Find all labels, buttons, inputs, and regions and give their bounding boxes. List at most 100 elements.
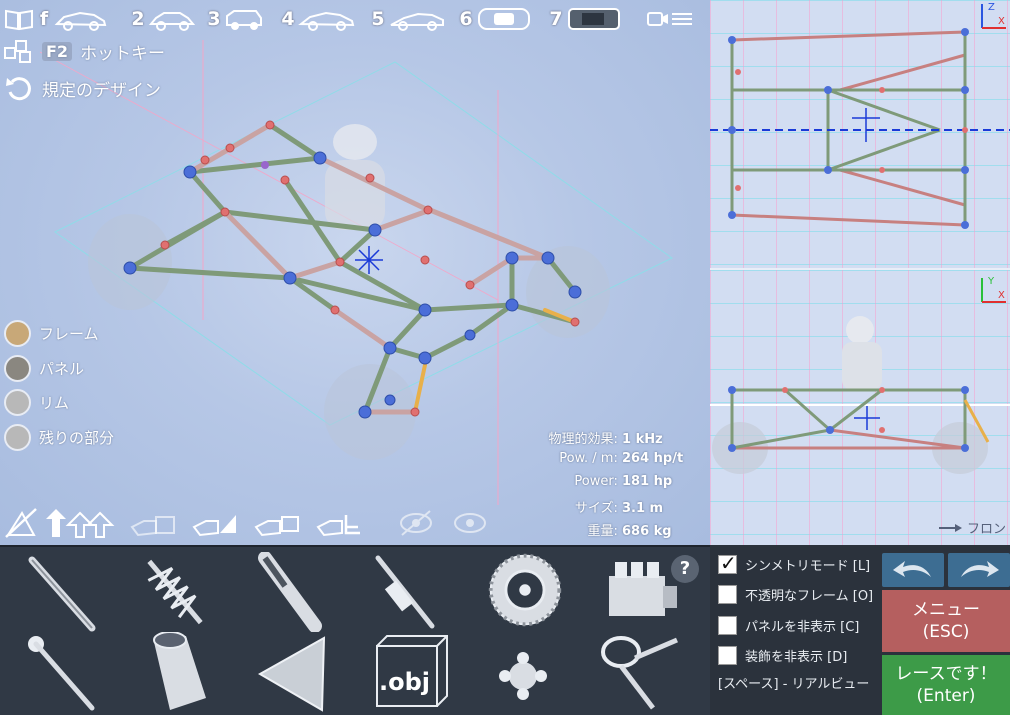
obj-label: .obj <box>379 668 430 696</box>
car-slot-number: 2 <box>131 8 145 30</box>
race-label: レースです！ <box>895 664 997 684</box>
redo-button[interactable] <box>948 553 1010 587</box>
car-slot-number: f <box>39 8 49 30</box>
move-up-icon[interactable] <box>44 505 116 541</box>
legend-label: 残りの部分 <box>39 429 115 447</box>
front-label: フロン <box>966 522 1006 537</box>
car-sport-icon <box>54 11 107 31</box>
car-top-dark-icon <box>568 8 620 30</box>
hand-chair-icon[interactable] <box>316 505 362 541</box>
side-view-frame: Y X <box>710 276 1010 474</box>
car-slot-3[interactable]: 3 <box>206 4 264 34</box>
car-suv-icon <box>226 10 262 30</box>
damper-icon[interactable] <box>245 552 335 632</box>
options-panel: シンメトリモード [L] 不透明なフレーム [O] パネルを非表示 [C] 装飾… <box>710 545 1010 715</box>
car-sedan-icon <box>148 12 196 31</box>
axis-x-label: X <box>998 290 1005 301</box>
legend-label: フレーム <box>39 325 99 343</box>
arrow-right-icon <box>938 523 962 532</box>
jet-nozzle-icon[interactable] <box>130 632 220 712</box>
opaque-frame-toggle[interactable]: 不透明なフレーム [O] <box>718 585 873 604</box>
legend-panel[interactable]: パネル <box>4 355 84 382</box>
legend-frame[interactable]: フレーム <box>4 320 99 347</box>
triangle-panel-icon[interactable] <box>250 632 340 712</box>
legend-color-dot <box>4 320 31 347</box>
checkbox[interactable] <box>718 585 737 604</box>
spring-icon[interactable] <box>130 552 220 632</box>
checkbox[interactable] <box>718 551 737 575</box>
hotkeys-button[interactable]: F2 ホットキー <box>4 38 165 64</box>
stat-value: 1 kHz <box>622 432 663 447</box>
top-view-frame: Z X <box>710 2 1010 229</box>
stat-weight: 重量: 686 kg <box>587 520 684 539</box>
rod-icon[interactable] <box>20 632 110 712</box>
help-button[interactable]: ? <box>671 555 699 583</box>
undo-icon <box>893 561 931 577</box>
stat-value: 181 hp <box>622 474 673 489</box>
no-symmetry-icon[interactable] <box>4 505 38 541</box>
stat-label: サイズ: <box>574 501 618 516</box>
parts-palette: ? .obj <box>0 545 710 715</box>
car-slot-6[interactable]: 6 <box>458 4 532 34</box>
main-3d-viewport[interactable]: f 2 3 4 5 6 7 F2 ホットキー 規定のデザイン フレーム パネル … <box>0 0 710 545</box>
obj-import-button[interactable]: .obj <box>365 632 455 712</box>
car-slot-4[interactable]: 4 <box>280 4 356 34</box>
car-slot-1[interactable]: f <box>4 4 108 34</box>
stat-value: 686 kg <box>622 524 672 539</box>
reset-icon <box>6 77 31 101</box>
hand-panel-icon[interactable] <box>192 505 238 541</box>
stat-power-per-mass: Pow. / m: 264 hp/t <box>559 451 684 466</box>
camera-menu-icon <box>647 12 692 26</box>
symmetry-mode-toggle[interactable]: シンメトリモード [L] <box>718 551 871 575</box>
hide-decorations-toggle[interactable]: 装飾を非表示 [D] <box>718 646 847 665</box>
joint-icon[interactable] <box>478 632 568 712</box>
race-shortcut: (Enter) <box>916 686 976 706</box>
beam-icon[interactable] <box>20 552 110 632</box>
default-design-label: 規定のデザイン <box>42 80 161 101</box>
car-slot-number: 5 <box>371 8 385 30</box>
wheel-icon[interactable] <box>480 550 570 630</box>
stat-size: サイズ: 3.1 m <box>575 497 684 516</box>
car-slot-7[interactable]: 7 <box>548 4 622 34</box>
menu-button[interactable]: メニュー (ESC) <box>882 590 1010 652</box>
car-slot-2[interactable]: 2 <box>130 4 196 34</box>
legend-color-dot <box>4 389 31 416</box>
car-coupe-icon <box>298 11 355 31</box>
hide-panels-toggle[interactable]: パネルを非表示 [C] <box>718 616 859 635</box>
legend-rest[interactable]: 残りの部分 <box>4 424 114 451</box>
hand-check-icon[interactable] <box>130 505 176 541</box>
stat-value: 264 hp/t <box>622 451 684 466</box>
option-label: シンメトリモード [L] <box>745 559 871 574</box>
redo-icon <box>961 561 999 577</box>
top-orthographic-view[interactable]: Z X <box>710 0 1010 270</box>
car-coupe-icon <box>390 12 444 31</box>
axis-y-label: Y <box>987 276 995 287</box>
legend-color-dot <box>4 355 31 382</box>
menu-label: メニュー <box>912 600 980 620</box>
car-slot-number: 3 <box>207 8 221 30</box>
side-orthographic-view[interactable]: Y X フロン <box>710 270 1010 545</box>
undo-button[interactable] <box>882 553 944 587</box>
car-slot-number: 7 <box>549 8 563 30</box>
car-slot-5[interactable]: 5 <box>370 4 446 34</box>
hydraulic-icon[interactable] <box>360 552 450 632</box>
keyboard-icon <box>4 40 31 63</box>
menu-shortcut: (ESC) <box>922 622 970 642</box>
option-label: 不透明なフレーム [O] <box>745 589 874 604</box>
realview-hint: [スペース] - リアルビュー <box>718 677 870 692</box>
steering-icon[interactable] <box>595 632 685 712</box>
car-top-icon <box>478 8 530 30</box>
hand-engine-icon[interactable] <box>254 505 300 541</box>
eye-hidden-icon[interactable] <box>398 505 434 541</box>
legend-rim[interactable]: リム <box>4 389 69 416</box>
camera-menu-button[interactable] <box>646 4 696 34</box>
checkbox[interactable] <box>718 616 737 635</box>
legend-label: リム <box>39 394 70 412</box>
option-label: 装飾を非表示 [D] <box>745 650 848 665</box>
car-slot-number: 6 <box>459 8 473 30</box>
book-icon <box>5 9 33 31</box>
race-button[interactable]: レースです！ (Enter) <box>882 655 1010 715</box>
default-design-button[interactable]: 規定のデザイン <box>4 74 161 102</box>
checkbox[interactable] <box>718 646 737 665</box>
eye-icon[interactable] <box>452 505 488 541</box>
